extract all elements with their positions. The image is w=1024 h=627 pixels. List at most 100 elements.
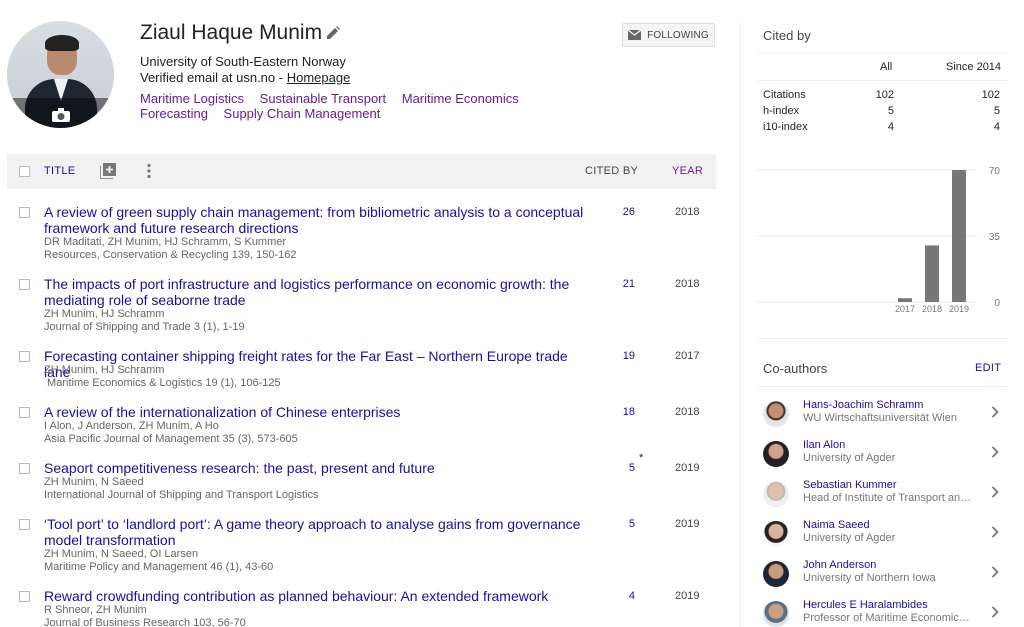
title-sort-header[interactable]: TITLE <box>44 165 75 177</box>
article-venue: Resources, Conservation & Recycling 139,… <box>44 249 297 261</box>
coauthors-edit-button[interactable]: EDIT <box>975 362 1001 374</box>
stat-citations-since: 102 <box>981 89 1000 101</box>
coauthor-item[interactable]: Hercules E Haralambides Professor of Mar… <box>757 599 1008 627</box>
article-title-link[interactable]: A review of the internationalization of … <box>44 404 584 420</box>
more-vert-icon[interactable] <box>146 163 152 179</box>
citations-chart: 70 35 0 2017 2018 2019 <box>757 166 1001 314</box>
camera-icon[interactable] <box>52 108 70 122</box>
divider <box>757 80 1008 81</box>
article-cited-count[interactable]: 18 <box>607 406 635 418</box>
coauthor-name[interactable]: John Anderson <box>803 559 876 571</box>
stats-col-all: All <box>880 61 893 73</box>
coauthor-avatar <box>763 401 789 427</box>
article-venue: Asia Pacific Journal of Management 35 (3… <box>44 433 298 445</box>
chart-xtick-label: 2017 <box>895 304 915 314</box>
article-checkbox[interactable] <box>19 463 30 474</box>
stat-citations-all: 102 <box>875 89 894 101</box>
chart-ytick-label: 0 <box>994 298 1000 309</box>
article-authors: ZH Munim, HJ Schramm <box>44 364 165 376</box>
select-all-checkbox[interactable] <box>19 166 30 177</box>
article-authors: R Shneor, ZH Munim <box>44 604 147 616</box>
interest-link[interactable]: Supply Chain Management <box>224 106 381 121</box>
chart-bar-2019[interactable] <box>952 170 966 302</box>
article-title-link[interactable]: Reward crowdfunding contribution as plan… <box>44 588 584 604</box>
stat-i10-index-all: 4 <box>887 121 894 133</box>
photo-hair <box>45 35 79 51</box>
chart-bar-2017[interactable] <box>898 298 912 302</box>
cited-by-header[interactable]: CITED BY <box>585 165 638 177</box>
stats-col-since: Since 2014 <box>946 61 1002 73</box>
article-year: 2018 <box>675 206 700 218</box>
merged-citation-star[interactable]: * <box>639 452 643 464</box>
article-checkbox[interactable] <box>19 407 30 418</box>
article-title-link[interactable]: ‘Tool port’ to ‘landlord port’: A game t… <box>44 516 584 548</box>
stat-i10-index-since: 4 <box>993 121 1000 133</box>
profile-email: Verified email at usn.no - Homepage <box>140 70 350 85</box>
chevron-right-icon[interactable] <box>991 566 999 578</box>
coauthor-name[interactable]: Naima Saeed <box>803 519 870 531</box>
article-cited-count[interactable]: 21 <box>607 278 635 290</box>
article-checkbox[interactable] <box>19 207 30 218</box>
coauthor-item[interactable]: Sebastian Kummer Head of Institute of Tr… <box>757 479 1008 517</box>
coauthor-avatar <box>763 561 789 587</box>
profile-name: Ziaul Haque Munim <box>140 21 323 44</box>
coauthor-avatar <box>763 441 789 467</box>
coauthor-name[interactable]: Sebastian Kummer <box>803 479 897 491</box>
chevron-right-icon[interactable] <box>991 446 999 458</box>
chevron-right-icon[interactable] <box>991 526 999 538</box>
article-checkbox[interactable] <box>19 519 30 530</box>
article-authors: ZH Munim, N Saeed, OI Larsen <box>44 548 199 560</box>
article-year: 2018 <box>675 406 700 418</box>
coauthor-affiliation: University of Agder <box>803 452 896 464</box>
coauthor-avatar <box>763 521 789 547</box>
interest-link[interactable]: Sustainable Transport <box>260 91 386 106</box>
following-button[interactable]: FOLLOWING <box>622 23 715 47</box>
article-year: 2019 <box>675 518 700 530</box>
article-title-link[interactable]: Seaport competitiveness research: the pa… <box>44 460 584 476</box>
add-article-icon[interactable] <box>100 163 116 179</box>
stat-label-citations: Citations <box>763 89 806 101</box>
article-cited-count[interactable]: 4 <box>607 590 635 602</box>
interest-link[interactable]: Forecasting <box>140 106 208 121</box>
article-checkbox[interactable] <box>19 279 30 290</box>
coauthor-affiliation: Head of Institute of Transport and Logis… <box>803 492 973 504</box>
article-cited-count[interactable]: 19 <box>607 350 635 362</box>
article-title-link[interactable]: The impacts of port infrastructure and l… <box>44 276 584 308</box>
article-cited-count[interactable]: 5 <box>607 462 635 474</box>
article-checkbox[interactable] <box>19 591 30 602</box>
coauthor-item[interactable]: Naima Saeed University of Agder <box>757 519 1008 557</box>
homepage-link[interactable]: Homepage <box>287 70 351 85</box>
article-year: 2018 <box>675 278 700 290</box>
chart-ytick-label: 35 <box>989 232 1001 243</box>
coauthor-name[interactable]: Hans-Joachim Schramm <box>803 399 923 411</box>
coauthors-title: Co-authors <box>763 361 828 376</box>
profile-photo[interactable] <box>7 21 114 128</box>
coauthor-affiliation: WU Wirtschaftsuniversität Wien <box>803 412 958 424</box>
coauthor-item[interactable]: Ilan Alon University of Agder <box>757 439 1008 477</box>
articles-table-header: TITLE CITED BY YEAR <box>7 154 716 189</box>
chevron-right-icon[interactable] <box>991 406 999 418</box>
article-year: 2019 <box>675 462 700 474</box>
pencil-icon[interactable] <box>326 26 340 40</box>
chevron-right-icon[interactable] <box>991 486 999 498</box>
email-text: Verified email at usn.no - <box>140 70 287 85</box>
coauthor-name[interactable]: Ilan Alon <box>803 439 845 451</box>
divider <box>757 338 1008 339</box>
chart-xtick-label: 2018 <box>922 304 942 314</box>
interest-link[interactable]: Maritime Logistics <box>140 91 244 106</box>
article-checkbox[interactable] <box>19 351 30 362</box>
chart-bar-2018[interactable] <box>925 245 939 302</box>
coauthor-name[interactable]: Hercules E Haralambides <box>803 599 928 611</box>
chevron-right-icon[interactable] <box>991 606 999 618</box>
following-label: FOLLOWING <box>647 29 709 41</box>
article-title-link[interactable]: A review of green supply chain managemen… <box>44 204 584 236</box>
year-sort-header[interactable]: YEAR <box>672 165 703 177</box>
divider <box>757 52 1008 53</box>
article-cited-count[interactable]: 5 <box>607 518 635 530</box>
coauthor-item[interactable]: John Anderson University of Northern Iow… <box>757 559 1008 597</box>
article-cited-count[interactable]: 26 <box>607 206 635 218</box>
profile-affiliation: University of South-Eastern Norway <box>140 54 346 69</box>
research-interests: Maritime Logistics Sustainable Transport… <box>140 91 610 121</box>
interest-link[interactable]: Maritime Economics <box>402 91 519 106</box>
coauthor-item[interactable]: Hans-Joachim Schramm WU Wirtschaftsunive… <box>757 399 1008 437</box>
